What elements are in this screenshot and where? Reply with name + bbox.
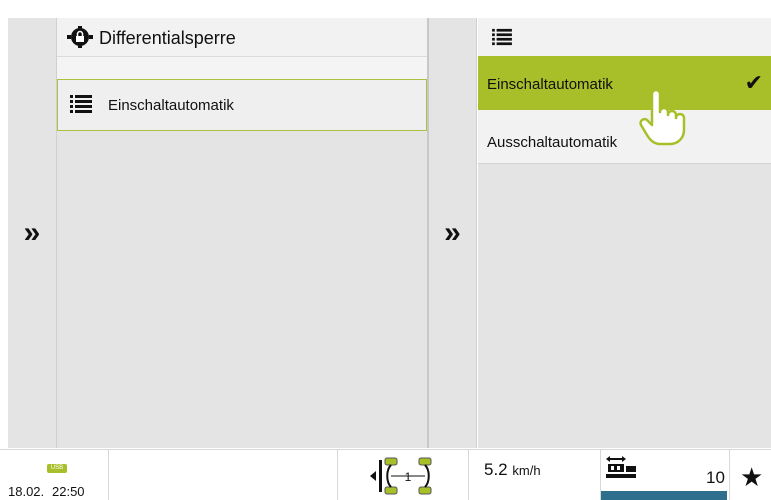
check-icon: ✔: [744, 70, 763, 95]
expand-chevron-icon[interactable]: »: [8, 218, 56, 248]
option-ausschaltautomatik[interactable]: Ausschaltautomatik: [478, 110, 771, 164]
header-height-icon: [606, 456, 636, 478]
status-bar: USB 18.02. 22:50 1 5.2 km/h 10 ★: [0, 449, 771, 500]
option-einschaltautomatik[interactable]: Einschaltautomatik ✔: [478, 56, 771, 110]
list-icon: [492, 28, 512, 46]
main-panel-header: Differentialsperre: [57, 18, 427, 56]
steering-axle-icon[interactable]: 1: [368, 456, 438, 496]
speed-readout: 5.2 km/h: [484, 460, 541, 480]
speed-value: 5.2: [484, 460, 508, 479]
option-label: Ausschaltautomatik: [487, 134, 618, 151]
hand-pointer-icon: [639, 88, 686, 146]
usb-icon: USB: [47, 464, 67, 473]
list-icon: [70, 95, 92, 113]
status-time: 22:50: [52, 484, 85, 499]
page-title: Differentialsperre: [99, 28, 236, 48]
menu-item-label: Einschaltautomatik: [108, 97, 234, 114]
main-panel: Differentialsperre Einschaltautomatik: [57, 18, 427, 448]
options-panel-header: [478, 18, 771, 56]
options-panel: Einschaltautomatik ✔ Ausschaltautomatik: [478, 18, 771, 448]
status-date: 18.02.: [8, 484, 45, 499]
status-separator: [729, 450, 730, 500]
status-separator: [337, 450, 338, 500]
panel-divider-expand[interactable]: »: [427, 18, 477, 448]
differential-lock-icon: [67, 26, 93, 48]
status-separator: [108, 450, 109, 500]
menu-item-einschaltautomatik[interactable]: Einschaltautomatik: [57, 79, 427, 131]
status-separator: [468, 450, 469, 500]
left-expand-column[interactable]: »: [8, 18, 57, 448]
expand-chevron-icon[interactable]: »: [429, 218, 476, 248]
status-count: 10: [706, 468, 725, 487]
steering-number: 1: [405, 470, 412, 484]
option-label: Einschaltautomatik: [487, 76, 613, 93]
speed-unit: km/h: [512, 463, 541, 478]
main-panel-strip: [57, 56, 427, 79]
favorites-star-icon[interactable]: ★: [740, 464, 763, 490]
